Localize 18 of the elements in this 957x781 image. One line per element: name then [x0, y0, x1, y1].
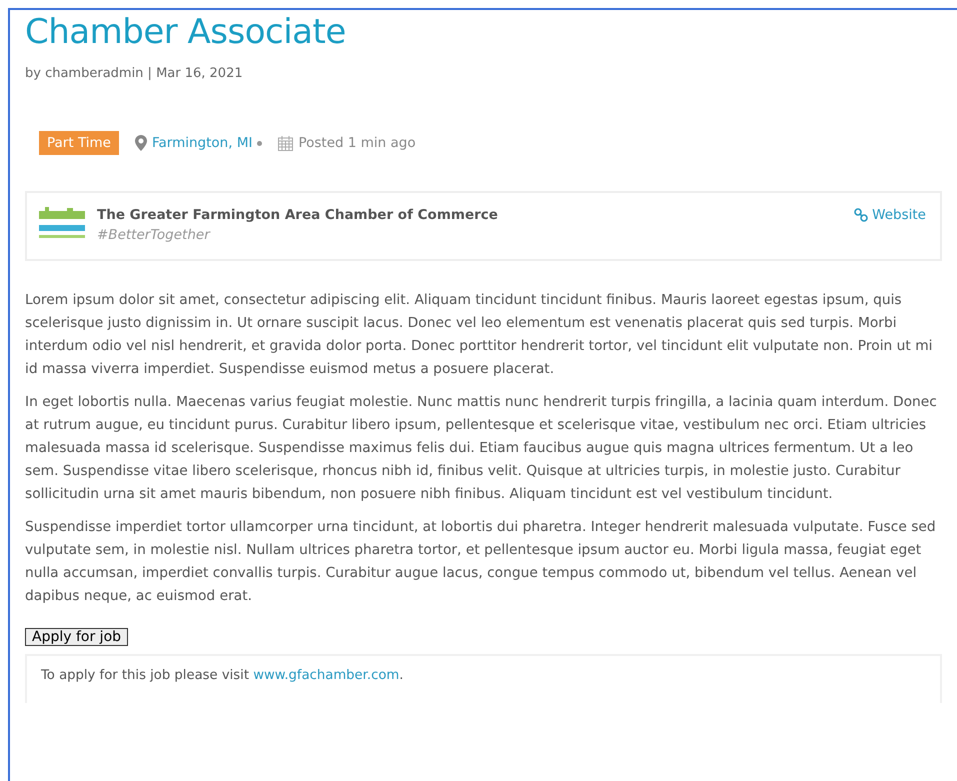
job-title: Chamber Associate [25, 12, 347, 52]
apply-link[interactable]: www.gfachamber.com [253, 668, 400, 683]
company-name: The Greater Farmington Area Chamber of Commerce [97, 207, 499, 223]
calendar-icon [278, 136, 294, 150]
location-pin-icon [134, 135, 147, 151]
job-type-badge: Part Time [39, 131, 119, 155]
apply-button[interactable]: Apply for job [25, 628, 128, 646]
website-link[interactable]: Website [854, 207, 926, 223]
company-tagline: #BetterTogether [97, 227, 212, 243]
description-paragraph: In eget lobortis nulla. Maecenas varius feugiat molestie. Nunc mattis nunc hendrerit turpis fringilla, a lacinia quam interdum. Donec at rutrum augue, eu tincidunt purus. Curabitur libero ipsum, pellentesque et scelerisque vitae, vestibulum nec orci. Etiam ultricies malesuada massa id scelerisque. Suspendisse maximus felis dui. Etiam faucibus augue quis magna ultrices fermentum. Ut a leo sem. Suspendisse vitae libero scelerisque, rhoncus nibh id, finibus velit. Quisque at ultricies turpis, in molestie justo. Curabitur sollicitudin urna sit amet mauris bibendum, non posuere nibh finibus. Aliquam tincidunt est vel vestibulum tincidunt. [25, 393, 938, 504]
apply-instructions: To apply for this job please visit www.gfachamber.com. [41, 668, 404, 683]
posted-time: Posted 1 min ago [298, 135, 416, 151]
description-paragraph: Lorem ipsum dolor sit amet, consectetur adipiscing elit. Aliquam tincidunt tincidunt finibus. Mauris laoreet egestas ipsum, quis scelerisque justo dignissim in. Ut ornare suscipit lacus. Donec vel leo elementum est venenatis placerat quis sed turpis. Morbi interdum odio vel nisl hendrerit, et gravida dolor porta. Donec porttitor hendrerit tortor, vel tincidunt elit vulputate non. Proin ut mi id massa viverra imperdiet. Suspendisse euismod metus a posuere placerat. [25, 291, 934, 379]
description-paragraph: Suspendisse imperdiet tortor ullamcorper urna tincidunt, at lobortis dui pharetra. Integer hendrerit malesuada vulputate. Fusce sed vulputate sem, in molestie nisl. Nullam ultrices pharetra tortor, et pellentesque ipsum auctor eu. Morbi ligula massa, feugiat eget nulla accumsan, imperdiet convallis turpis. Curabitur augue lacus, congue tempus commodo ut, bibendum vel tellus. Aenean vel dapibus neque, ac euismod erat. [25, 518, 937, 606]
location-text: Farmington, MI [152, 135, 252, 151]
byline: by chamberadmin | Mar 16, 2021 [25, 66, 244, 81]
dot-icon [257, 140, 262, 146]
link-icon [854, 208, 868, 222]
